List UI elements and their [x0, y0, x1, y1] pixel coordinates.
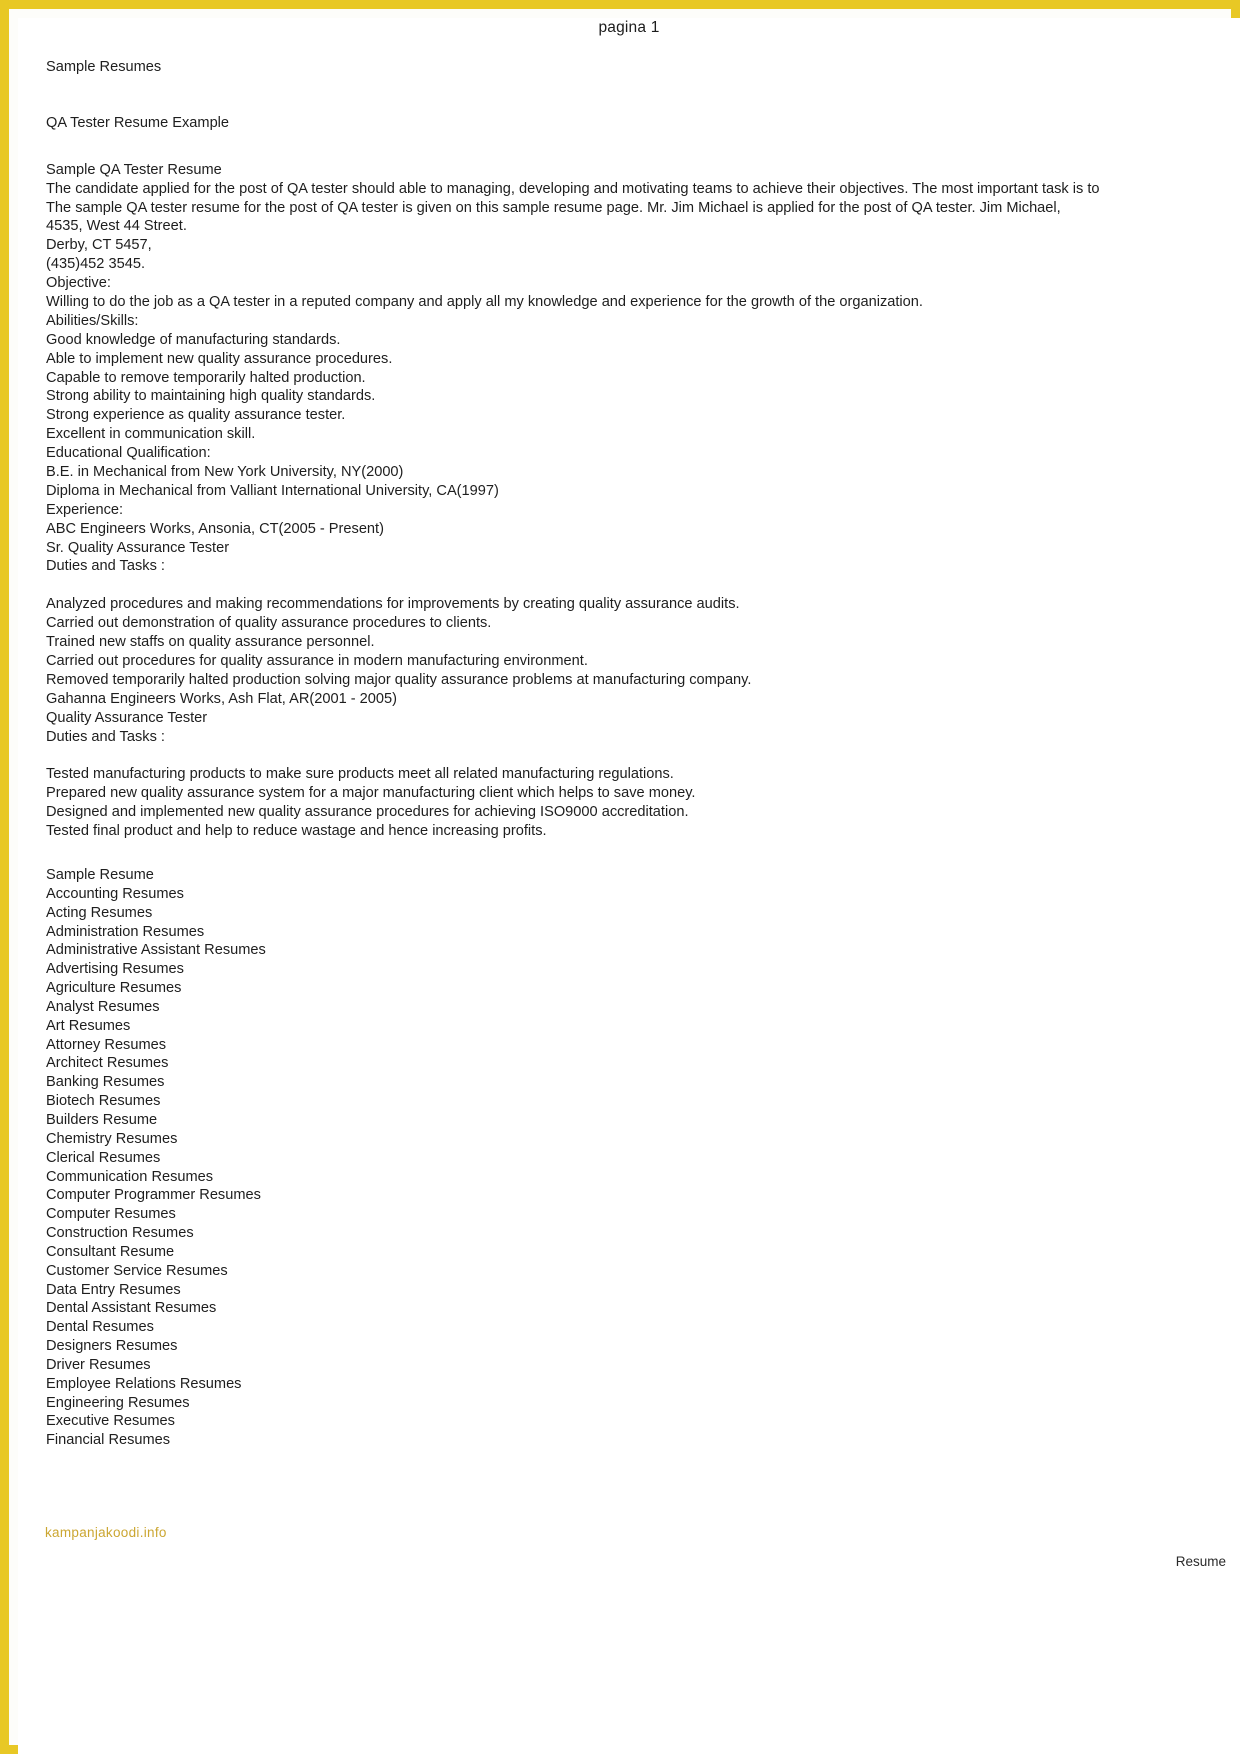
- text-line: Tested final product and help to reduce …: [46, 822, 547, 839]
- text-line: Educational Qualification:: [46, 445, 211, 462]
- category-item[interactable]: Driver Resumes: [46, 1356, 746, 1375]
- text-line: Able to implement new quality assurance …: [46, 350, 393, 367]
- text-line: Sr. Quality Assurance Tester: [46, 539, 230, 556]
- text-line: Designed and implemented new quality ass…: [46, 804, 689, 821]
- category-item[interactable]: Acting Resumes: [46, 904, 746, 923]
- category-item[interactable]: Art Resumes: [46, 1017, 746, 1036]
- category-item[interactable]: Consultant Resume: [46, 1243, 746, 1262]
- text-line: Capable to remove temporarily halted pro…: [46, 369, 366, 386]
- text-line: B.E. in Mechanical from New York Univers…: [46, 464, 404, 481]
- example-title: QA Tester Resume Example: [46, 114, 230, 131]
- category-item[interactable]: Architect Resumes: [46, 1054, 746, 1073]
- category-item[interactable]: Banking Resumes: [46, 1073, 746, 1092]
- resume-category-list: Sample Resume Accounting Resumes Acting Re…: [46, 866, 746, 1450]
- text-line: Willing to do the job as a QA tester in …: [46, 294, 923, 311]
- text-line: Good knowledge of manufacturing standard…: [46, 331, 341, 348]
- category-item[interactable]: Builders Resume: [46, 1111, 746, 1130]
- category-item[interactable]: Financial Resumes: [46, 1431, 746, 1450]
- text-line: Duties and Tasks :: [46, 558, 165, 575]
- text-line: Derby, CT 5457,: [46, 237, 152, 254]
- category-item[interactable]: Sample Resume: [46, 866, 746, 885]
- category-item[interactable]: Customer Service Resumes: [46, 1262, 746, 1281]
- text-line: Strong experience as quality assurance t…: [46, 407, 346, 424]
- category-item[interactable]: Data Entry Resumes: [46, 1281, 746, 1300]
- category-item[interactable]: Employee Relations Resumes: [46, 1375, 746, 1394]
- page-border-frame: pagina 1 Sample Resumes QA Tester Resume…: [0, 0, 1240, 1754]
- category-item[interactable]: Chemistry Resumes: [46, 1130, 746, 1149]
- text-line: Strong ability to maintaining high quali…: [46, 388, 376, 405]
- category-item[interactable]: Engineering Resumes: [46, 1394, 746, 1413]
- category-item[interactable]: Administration Resumes: [46, 923, 746, 942]
- category-item[interactable]: Analyst Resumes: [46, 998, 746, 1017]
- text-line-blank: [46, 576, 1240, 595]
- site-watermark: kampanjakoodi.info: [45, 1525, 167, 1540]
- category-item[interactable]: Computer Programmer Resumes: [46, 1186, 746, 1205]
- text-line: Objective:: [46, 275, 111, 292]
- text-line: ABC Engineers Works, Ansonia, CT(2005 - …: [46, 520, 384, 537]
- text-line: The sample QA tester resume for the post…: [46, 199, 1061, 216]
- text-line: Analyzed procedures and making recommend…: [46, 596, 740, 613]
- text-line: Prepared new quality assurance system fo…: [46, 785, 696, 802]
- category-item[interactable]: Agriculture Resumes: [46, 979, 746, 998]
- category-item[interactable]: Clerical Resumes: [46, 1149, 746, 1168]
- category-item[interactable]: Communication Resumes: [46, 1168, 746, 1187]
- spacer-top: [46, 30, 1240, 58]
- category-item[interactable]: Construction Resumes: [46, 1224, 746, 1243]
- spacer-after-example-title: [46, 133, 1240, 161]
- footer-label: Resume: [1175, 1554, 1226, 1569]
- text-line: Removed temporarily halted production so…: [46, 671, 752, 688]
- spacer-after-site-title: [46, 77, 1240, 114]
- text-line: Carried out procedures for quality assur…: [46, 652, 588, 669]
- category-item[interactable]: Executive Resumes: [46, 1412, 746, 1431]
- category-item[interactable]: Dental Resumes: [46, 1318, 746, 1337]
- text-line: 4535, West 44 Street.: [46, 218, 187, 235]
- text-line-blank: [46, 746, 1240, 765]
- text-line: (435)452 3545.: [46, 256, 145, 273]
- category-item[interactable]: Designers Resumes: [46, 1337, 746, 1356]
- text-line: Carried out demonstration of quality ass…: [46, 615, 492, 632]
- text-line: Trained new staffs on quality assurance …: [46, 634, 375, 651]
- text-line: Excellent in communication skill.: [46, 426, 256, 443]
- category-item[interactable]: Accounting Resumes: [46, 885, 746, 904]
- site-title: Sample Resumes: [46, 59, 162, 75]
- category-item[interactable]: Dental Assistant Resumes: [46, 1299, 746, 1318]
- page-canvas: pagina 1 Sample Resumes QA Tester Resume…: [18, 18, 1240, 1754]
- text-line: Experience:: [46, 501, 124, 518]
- document-body: Sample Resumes QA Tester Resume Example …: [46, 30, 1240, 841]
- text-line: Diploma in Mechanical from Valliant Inte…: [46, 482, 499, 499]
- text-line: Duties and Tasks :: [46, 728, 165, 745]
- category-item[interactable]: Computer Resumes: [46, 1205, 746, 1224]
- text-line: Quality Assurance Tester: [46, 709, 208, 726]
- text-line: Sample QA Tester Resume: [46, 161, 222, 178]
- text-line: Tested manufacturing products to make su…: [46, 766, 674, 783]
- category-item[interactable]: Attorney Resumes: [46, 1036, 746, 1055]
- text-line: Abilities/Skills:: [46, 312, 139, 329]
- category-item[interactable]: Administrative Assistant Resumes: [46, 941, 746, 960]
- text-line: Gahanna Engineers Works, Ash Flat, AR(20…: [46, 690, 397, 707]
- resume-text-lines: Sample QA Tester Resume The candidate app…: [46, 161, 1240, 841]
- text-line: The candidate applied for the post of QA…: [46, 180, 1100, 197]
- category-item[interactable]: Advertising Resumes: [46, 960, 746, 979]
- category-item[interactable]: Biotech Resumes: [46, 1092, 746, 1111]
